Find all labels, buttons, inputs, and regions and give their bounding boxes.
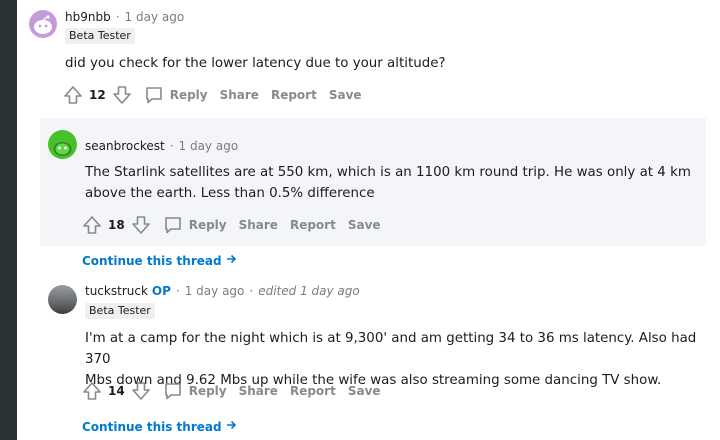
report-button[interactable]: Report bbox=[271, 88, 317, 102]
timestamp[interactable]: 1 day ago bbox=[179, 139, 239, 153]
avatar[interactable] bbox=[48, 130, 77, 159]
reply-button[interactable]: Reply bbox=[163, 215, 227, 235]
snoo-avatar-icon bbox=[53, 142, 72, 156]
continue-thread-label: Continue this thread bbox=[82, 253, 222, 268]
vote-score: 12 bbox=[89, 88, 106, 102]
comment-body-line: The Starlink satellites are at 550 km, w… bbox=[85, 165, 691, 180]
comment-body-line: above the earth. Less than 0.5% differen… bbox=[85, 186, 375, 201]
separator: · bbox=[249, 284, 254, 298]
continue-thread-label: Continue this thread bbox=[82, 419, 222, 434]
comment-meta: hb9nbb · 1 day ago bbox=[65, 10, 184, 24]
comment-actions: 18 Reply Share Report Save bbox=[82, 215, 381, 235]
user-flair: Beta Tester bbox=[85, 303, 155, 319]
snoo-avatar-icon bbox=[34, 15, 52, 34]
avatar[interactable] bbox=[29, 10, 57, 38]
timestamp[interactable]: 1 day ago bbox=[125, 10, 185, 24]
upvote-icon[interactable] bbox=[82, 381, 102, 401]
vote-score: 14 bbox=[108, 384, 125, 398]
comment-icon bbox=[163, 215, 183, 235]
comment-actions: 12 Reply Share Report Save bbox=[63, 85, 362, 105]
vote-group: 12 bbox=[63, 85, 132, 105]
arrow-right-icon bbox=[222, 253, 237, 268]
comment-meta: seanbrockest · 1 day ago bbox=[85, 139, 238, 153]
report-button[interactable]: Report bbox=[290, 384, 336, 398]
separator: · bbox=[169, 139, 174, 153]
report-button[interactable]: Report bbox=[290, 218, 336, 232]
upvote-icon[interactable] bbox=[82, 215, 102, 235]
comment-body-line: I'm at a camp for the night which is at … bbox=[85, 331, 697, 367]
timestamp[interactable]: 1 day ago bbox=[185, 284, 245, 298]
user-flair: Beta Tester bbox=[65, 28, 135, 44]
username[interactable]: tuckstruck bbox=[85, 284, 148, 298]
arrow-right-icon bbox=[222, 419, 237, 434]
save-button[interactable]: Save bbox=[329, 88, 362, 102]
continue-thread-link[interactable]: Continue this thread bbox=[82, 419, 237, 434]
reply-label: Reply bbox=[188, 384, 227, 398]
op-badge: OP bbox=[151, 284, 171, 298]
comment-meta: tuckstruck OP · 1 day ago · edited 1 day… bbox=[85, 284, 360, 298]
comment-body: did you check for the lower latency due … bbox=[65, 56, 446, 71]
username[interactable]: seanbrockest bbox=[85, 139, 165, 153]
share-button[interactable]: Share bbox=[239, 218, 278, 232]
share-button[interactable]: Share bbox=[239, 384, 278, 398]
downvote-icon[interactable] bbox=[131, 381, 151, 401]
left-sidebar-strip bbox=[0, 0, 17, 440]
share-button[interactable]: Share bbox=[220, 88, 259, 102]
separator: · bbox=[115, 10, 120, 24]
username[interactable]: hb9nbb bbox=[65, 10, 111, 24]
save-button[interactable]: Save bbox=[348, 384, 381, 398]
vote-group: 14 bbox=[82, 381, 151, 401]
comment-icon bbox=[163, 381, 183, 401]
avatar[interactable] bbox=[48, 285, 77, 314]
upvote-icon[interactable] bbox=[63, 85, 83, 105]
separator: · bbox=[175, 284, 180, 298]
comment-actions: 14 Reply Share Report Save bbox=[82, 381, 381, 401]
comment-icon bbox=[144, 85, 164, 105]
comment-body: The Starlink satellites are at 550 km, w… bbox=[85, 162, 691, 204]
reply-button[interactable]: Reply bbox=[144, 85, 208, 105]
reply-button[interactable]: Reply bbox=[163, 381, 227, 401]
reply-label: Reply bbox=[188, 218, 227, 232]
vote-score: 18 bbox=[108, 218, 125, 232]
reply-label: Reply bbox=[169, 88, 208, 102]
save-button[interactable]: Save bbox=[348, 218, 381, 232]
continue-thread-link[interactable]: Continue this thread bbox=[82, 253, 237, 268]
vote-group: 18 bbox=[82, 215, 151, 235]
downvote-icon[interactable] bbox=[112, 85, 132, 105]
downvote-icon[interactable] bbox=[131, 215, 151, 235]
edited-timestamp: edited 1 day ago bbox=[258, 284, 360, 298]
